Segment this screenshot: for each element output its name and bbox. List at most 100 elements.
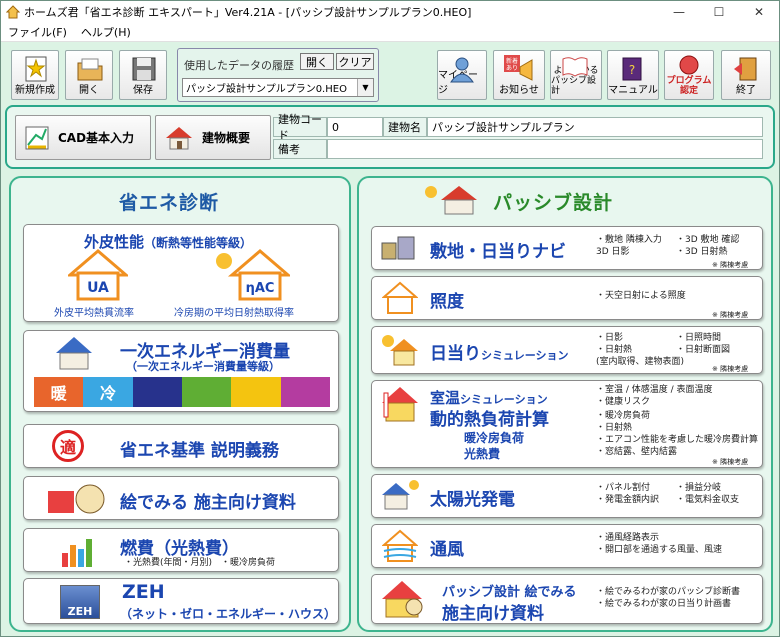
fuel-cost-subtitle: ・光熱費(年間・月別) ・暖冷房負荷 (124, 558, 276, 568)
sunlight-line-3: (室内取得、建物表面) (596, 357, 685, 367)
temp-note: ※ 隣棟考慮 (712, 458, 749, 466)
eta-symbol: ηAC (246, 281, 275, 296)
house-icon (166, 126, 192, 149)
ventilation-card[interactable]: 通風 ・通風経路表示 ・開口部を通過する風量、風速 (371, 524, 763, 568)
illuminance-note: ※ 隣棟考慮 (712, 311, 749, 319)
temp-sub-2: 光熱費 (464, 447, 501, 461)
temp-line-4: ・日射熱 (596, 423, 633, 433)
new-button[interactable]: 新規作成 (11, 50, 59, 100)
temp-line-5: ・エアコン性能を考慮した暖冷房費計算 (596, 435, 759, 445)
fuel-cost-title: 燃費（光熱費） (120, 539, 239, 559)
sunlight-simulation-card[interactable]: 日当りシミュレーション ・日影 ・日射熱 (室内取得、建物表面) ・日照時間 ・… (371, 326, 763, 374)
right-panel-title: パッシブ設計 (493, 192, 614, 214)
program-certified-button[interactable]: プログラム 認定 (664, 50, 714, 100)
building-code-label: 建物コード (273, 113, 327, 142)
menu-help[interactable]: ヘルプ(H) (74, 24, 138, 40)
site-title: 敷地・日当りナビ (430, 242, 566, 262)
remarks-field[interactable] (327, 139, 763, 159)
ua-house-icon: UA (68, 249, 128, 301)
passive-picture-book-card[interactable]: パッシブ設計 絵でみる 施主向け資料 ・絵でみるわが家のパッシブ診断書 ・絵でみ… (371, 574, 763, 624)
folder-icon (77, 58, 103, 81)
cooling-tile: 冷 (83, 377, 133, 407)
compliance-badge-icon: 適 (52, 430, 84, 462)
floppy-icon (132, 57, 156, 81)
generation-tile (280, 377, 330, 407)
sunlight-title: 日当り (430, 344, 481, 364)
left-panel-title: 省エネ診断 (119, 192, 220, 214)
building-overview-button[interactable]: 建物概要 (155, 115, 271, 160)
ventilation-tile (132, 377, 182, 407)
solar-line-1: ・パネル割付 (596, 483, 651, 493)
envelope-performance-card[interactable]: 外皮性能（断熱等性能等級） UA ηAC 外皮平均熱貫流率 冷房期の平均日射熱取… (23, 224, 339, 322)
temp-line-1: ・室温 / 体感温度 / 表面温度 (596, 385, 713, 395)
solar-right-2: ・電気料金収支 (676, 495, 740, 505)
zeh-card[interactable]: ZEH ZEH （ネット・ゼロ・エネルギー・ハウス） (23, 578, 339, 624)
passive-picture-book-line-1: ・絵でみるわが家のパッシブ診断書 (596, 587, 741, 597)
site-sunlight-navi-card[interactable]: 敷地・日当りナビ ・敷地 隣棟入力 3D 日影 ・3D 敷地 確認 ・3D 日射… (371, 226, 763, 270)
history-select[interactable]: パッシブ設計サンプルプラン0.HEO ▼ (182, 78, 374, 97)
mypage-button[interactable]: マイページ (437, 50, 487, 100)
maximize-button[interactable]: ☐ (699, 1, 739, 23)
manual-button[interactable]: ? マニュアル (607, 50, 659, 100)
menu-file[interactable]: ファイル(F) (1, 24, 74, 40)
notice-badge-text-1: 新着 (506, 57, 518, 65)
save-button[interactable]: 保存 (119, 50, 167, 100)
sunlight-right-2: ・日射断面図 (676, 345, 731, 355)
solar-line-2: ・発電金額内訳 (596, 495, 660, 505)
building-name-field[interactable]: パッシブ設計サンプルプラン (427, 117, 763, 137)
guide-button[interactable]: よくわかる パッシブ設計 (550, 50, 602, 100)
site-line-2: 3D 日影 (596, 247, 630, 257)
building-code-field[interactable]: 0 (327, 117, 383, 137)
site-note: ※ 隣棟考慮 (712, 261, 749, 269)
minimize-button[interactable]: — (659, 1, 699, 23)
passive-picture-book-title-2: 施主向け資料 (442, 604, 544, 624)
new-file-icon (25, 56, 47, 82)
chevron-down-icon[interactable]: ▼ (357, 79, 373, 96)
illuminance-card[interactable]: 照度 ・天空日射による照度 ※ 隣棟考慮 (371, 276, 763, 320)
site-line-1: ・敷地 隣棟入力 (596, 235, 662, 245)
fuel-cost-card[interactable]: 燃費（光熱費） ・光熱費(年間・月別) ・暖冷房負荷 (23, 528, 339, 572)
eta-caption: 冷房期の平均日射熱取得率 (174, 308, 294, 319)
passive-picture-book-icon (382, 581, 423, 618)
picture-book-title: 絵でみる 施主向け資料 (120, 493, 296, 513)
heating-tile: 暖 (34, 377, 84, 407)
ventilation-title: 通風 (430, 540, 464, 560)
certified-badge-icon (679, 55, 699, 75)
open-button[interactable]: 開く (65, 50, 113, 100)
building-info-bar: CAD基本入力 建物概要 建物コード 0 建物名 パッシブ設計サンプルプラン 備… (5, 105, 775, 169)
temp-line-6: ・窓結露、壁内結露 (596, 447, 678, 457)
solar-power-card[interactable]: 太陽光発電 ・パネル割付 ・発電金額内訳 ・損益分岐 ・電気料金収支 (371, 474, 763, 518)
user-icon (450, 57, 474, 83)
cad-icon (25, 126, 49, 149)
temp-line-2: ・健康リスク (596, 397, 651, 407)
cad-input-button[interactable]: CAD基本入力 (15, 115, 151, 160)
passive-design-panel: パッシブ設計 敷地・日当りナビ ・敷地 隣棟入力 3D 日影 ・3D 敷地 確認… (357, 176, 773, 632)
app-icon (6, 5, 20, 19)
close-button[interactable]: ✕ (739, 1, 779, 23)
thermometer-house-icon (382, 387, 418, 422)
bar-chart-icon (62, 539, 92, 567)
megaphone-icon: 新着あり (504, 55, 533, 81)
room-temperature-card[interactable]: 室温シミュレーション 動的熱負荷計算 暖冷房負荷 光熱費 ・室温 / 体感温度 … (371, 380, 763, 468)
standard-explanation-card[interactable]: 適 省エネ基準 説明義務 (23, 424, 339, 468)
title-bar: ホームズ君「省エネ診断 エキスパート」Ver4.21A - [パッシブ設計サンプ… (1, 1, 779, 23)
solar-house-icon (56, 337, 92, 370)
history-clear-button[interactable]: クリア (336, 53, 374, 70)
picture-book-card[interactable]: 絵でみる 施主向け資料 (23, 476, 339, 520)
site-buildings-icon (381, 236, 415, 260)
energy-subtitle: （一次エネルギー消費量等級） (126, 360, 280, 373)
sunlight-line-2: ・日射熱 (596, 345, 633, 355)
zeh-badge-icon: ZEH (60, 585, 100, 619)
notice-button[interactable]: 新着 あり お知らせ (493, 50, 545, 100)
book-icon (562, 57, 588, 77)
exit-button[interactable]: 終了 (721, 50, 771, 100)
svg-text:?: ? (629, 63, 635, 77)
building-name-label: 建物名 (383, 117, 427, 137)
primary-energy-card[interactable]: 一次エネルギー消費量 （一次エネルギー消費量等級） 暖 冷 (23, 330, 339, 412)
notice-badge-text-2: あり (506, 65, 518, 72)
energy-diagnosis-panel: 省エネ診断 外皮性能（断熱等性能等級） UA ηAC 外皮平均熱貫流率 冷房期の… (9, 176, 351, 632)
ua-caption: 外皮平均熱貫流率 (54, 308, 134, 319)
history-open-button[interactable]: 開く (300, 53, 334, 70)
sunlight-right-1: ・日照時間 (676, 333, 722, 343)
hot-water-tile (181, 377, 232, 407)
